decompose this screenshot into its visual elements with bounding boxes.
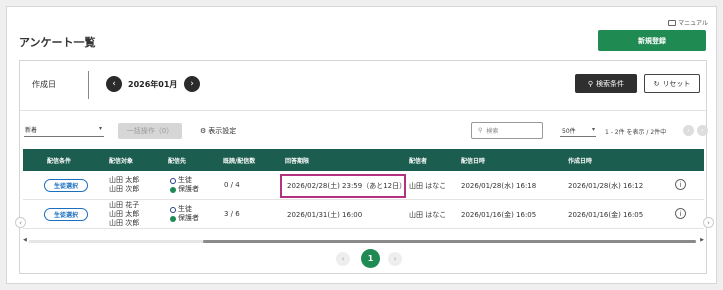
column-header: 配信対象 — [109, 158, 134, 165]
dest-guardian: 保護者 — [178, 214, 199, 222]
dest-student: 生徒 — [178, 176, 192, 184]
destination: 生徒 保護者 — [170, 205, 199, 223]
table-header: 配信条件 配信対象 配信先 既読/配信数 回答期限 配信者 配信日時 作成日時 — [23, 149, 704, 171]
reset-label: リセット — [662, 79, 691, 88]
result-count: 1 - 2件 を表示 / 2件中 — [605, 129, 667, 136]
sender: 山田 はなこ — [409, 182, 447, 190]
table-row[interactable]: 生徒選択 山田 花子 山田 太郎 山田 次郎 生徒 保護者 3 / 6 2026… — [23, 200, 704, 229]
caret-down-icon: ▾ — [591, 126, 595, 133]
caret-down-icon: ▾ — [98, 125, 102, 132]
guardian-icon — [170, 215, 176, 222]
current-month: 2026年01月 — [128, 80, 178, 89]
answer-deadline: 2026/01/31(土) 16:00 — [287, 211, 363, 219]
dest-guardian: 保護者 — [178, 185, 199, 193]
display-settings-label: 表示設定 — [208, 127, 237, 135]
column-header: 配信者 — [409, 158, 428, 165]
search-placeholder: 検索 — [486, 128, 499, 135]
search-conditions-label: 検索条件 — [596, 79, 625, 88]
per-page-select[interactable]: 50件 ▾ — [560, 125, 596, 137]
chevron-right-icon: › — [701, 127, 704, 134]
current-page[interactable]: 1 — [361, 249, 380, 268]
display-settings-button[interactable]: ⚙ 表示設定 — [200, 126, 236, 136]
scroll-right-icon[interactable]: ▶ — [700, 237, 704, 243]
scroll-left-icon[interactable]: ◀ — [23, 237, 27, 243]
divider — [88, 71, 89, 99]
chevron-right-icon: › — [707, 218, 710, 227]
created-at: 2026/01/28(水) 16:12 — [568, 182, 644, 190]
destination: 生徒 保護者 — [170, 176, 199, 194]
sort-value: 新着 — [25, 127, 38, 134]
column-header: 配信条件 — [47, 158, 72, 165]
prev-month-button[interactable]: ‹ — [106, 76, 122, 92]
student-icon — [170, 206, 176, 213]
table-scroll-right-button[interactable]: › — [703, 217, 714, 228]
target-list: 山田 太郎 山田 次郎 — [109, 176, 139, 194]
target-name: 山田 花子 — [109, 201, 140, 209]
table-scroll-left-button[interactable]: ‹ — [15, 217, 26, 228]
condition-badge: 生徒選択 — [44, 179, 88, 192]
survey-list-page: マニュアル アンケート一覧 新規登録 作成日 ‹ 2026年01月 › ⚲ 検索… — [6, 6, 717, 284]
gear-icon: ⚙ — [200, 127, 207, 135]
sent-at: 2026/01/28(水) 16:18 — [461, 182, 537, 190]
column-header: 配信先 — [168, 158, 187, 165]
condition-badge: 生徒選択 — [44, 208, 88, 221]
bulk-action-button[interactable]: 一括操作（0） — [118, 123, 182, 139]
next-page-small-button[interactable]: › — [697, 125, 708, 136]
book-icon — [668, 19, 677, 26]
survey-card: 作成日 ‹ 2026年01月 › ⚲ 検索条件 ↻ リセット 新着 ▾ 一括操作… — [15, 60, 714, 274]
read-count: 3 / 6 — [224, 210, 240, 218]
manual-link[interactable]: マニュアル — [668, 18, 708, 27]
per-page-value: 50件 — [562, 128, 576, 135]
page-title: アンケート一覧 — [19, 36, 96, 49]
filter-row: 作成日 ‹ 2026年01月 › ⚲ 検索条件 ↻ リセット — [20, 61, 706, 111]
next-month-button[interactable]: › — [184, 76, 200, 92]
search-input[interactable]: ⚲ 検索 — [471, 122, 543, 139]
dest-student: 生徒 — [178, 205, 192, 213]
horizontal-scrollbar[interactable]: ◀ ▶ — [23, 237, 704, 244]
created-date-label: 作成日 — [32, 80, 56, 89]
column-header: 回答期限 — [285, 158, 310, 165]
chevron-right-icon: › — [393, 255, 397, 263]
chevron-left-icon: ‹ — [341, 255, 345, 263]
target-list: 山田 花子 山田 太郎 山田 次郎 — [109, 201, 139, 228]
reset-button[interactable]: ↻ リセット — [644, 74, 700, 93]
student-icon — [170, 177, 176, 184]
new-registration-button[interactable]: 新規登録 — [598, 30, 706, 51]
sender: 山田 はなこ — [409, 211, 447, 219]
created-at: 2026/01/16(金) 16:05 — [568, 211, 644, 219]
guardian-icon — [170, 186, 176, 193]
pagination: ‹ 1 › — [336, 248, 402, 270]
manual-label: マニュアル — [678, 20, 708, 27]
target-name: 山田 次郎 — [109, 185, 140, 193]
reset-icon: ↻ — [653, 79, 660, 88]
answer-deadline: 2026/02/28(土) 23:59（あと12日） — [287, 182, 407, 190]
search-conditions-button[interactable]: ⚲ 検索条件 — [575, 74, 637, 93]
target-name: 山田 太郎 — [109, 176, 140, 184]
column-header: 既読/配信数 — [223, 158, 256, 165]
table-row[interactable]: 生徒選択 山田 太郎 山田 次郎 生徒 保護者 0 / 4 2026/02/28… — [23, 171, 704, 200]
target-name: 山田 次郎 — [109, 219, 140, 227]
column-header: 作成日時 — [568, 158, 593, 165]
chevron-left-icon: ‹ — [19, 218, 22, 227]
read-count: 0 / 4 — [224, 181, 240, 189]
chevron-right-icon: › — [190, 78, 194, 89]
prev-page-small-button[interactable]: ‹ — [683, 125, 694, 136]
column-header: 配信日時 — [461, 158, 486, 165]
chevron-left-icon: ‹ — [112, 78, 116, 89]
info-icon[interactable]: i — [675, 179, 686, 190]
sort-select[interactable]: 新着 ▾ — [24, 123, 104, 137]
prev-page-button[interactable]: ‹ — [336, 252, 350, 266]
next-page-button[interactable]: › — [388, 252, 402, 266]
survey-table: 配信条件 配信対象 配信先 既読/配信数 回答期限 配信者 配信日時 作成日時 … — [23, 149, 704, 229]
search-icon: ⚲ — [587, 79, 594, 88]
sent-at: 2026/01/16(金) 16:05 — [461, 211, 537, 219]
list-toolbar: 新着 ▾ 一括操作（0） ⚙ 表示設定 ⚲ 検索 50件 ▾ 1 - 2件 を表… — [20, 120, 708, 140]
scroll-thumb[interactable] — [203, 240, 696, 243]
search-icon: ⚲ — [478, 127, 483, 134]
chevron-left-icon: ‹ — [687, 127, 690, 134]
info-icon[interactable]: i — [675, 208, 686, 219]
target-name: 山田 太郎 — [109, 210, 140, 218]
